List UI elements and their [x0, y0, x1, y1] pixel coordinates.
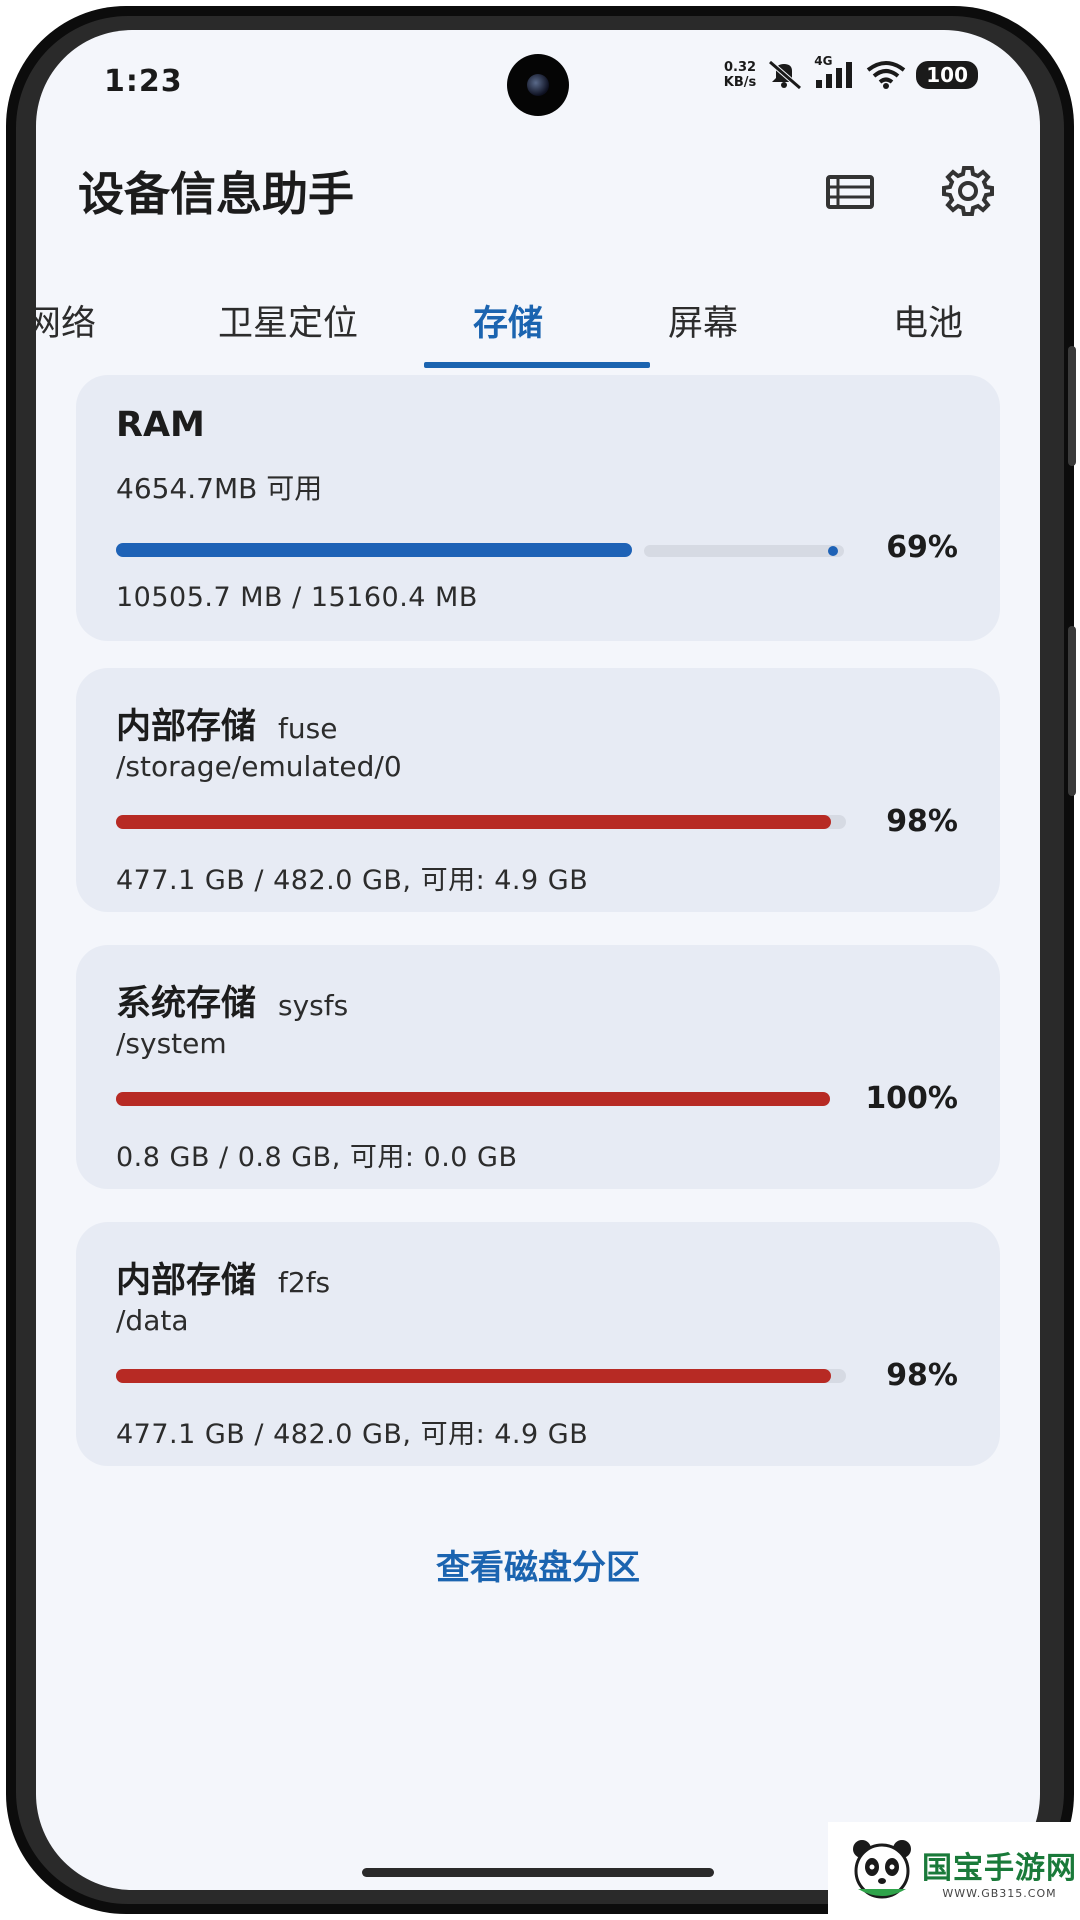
ram-available: 4654.7MB 可用 [116, 472, 323, 505]
storage-percent: 100% [865, 1081, 958, 1116]
storage-path: /system [116, 1027, 227, 1060]
storage-card: 系统存储 sysfs /system 100% 0.8 GB / 0.8 GB,… [76, 945, 1000, 1189]
network-speed-value: 0.32 [723, 60, 757, 75]
watermark-name: 国宝手游网 [922, 1850, 1077, 1886]
storage-card: 内部存储 f2fs /data 98% 477.1 GB / 482.0 GB,… [76, 1222, 1000, 1466]
ram-progress-bar [116, 543, 632, 557]
storage-usage: 477.1 GB / 482.0 GB, 可用: 4.9 GB [116, 865, 589, 896]
list-icon[interactable] [826, 174, 874, 210]
ram-progress-end-dot [828, 546, 838, 556]
ram-progress-fill [116, 543, 632, 557]
storage-title-row: 内部存储 f2fs [116, 1252, 330, 1303]
tab-screen[interactable]: 屏幕 [668, 295, 738, 346]
storage-title-row: 内部存储 fuse [116, 698, 337, 749]
storage-usage: 0.8 GB / 0.8 GB, 可用: 0.0 GB [116, 1142, 518, 1173]
storage-path: /data [116, 1304, 189, 1337]
network-speed-unit: KB/s [723, 75, 757, 90]
storage-progress-bar [116, 815, 846, 829]
status-icons: 0.32 KB/s 4G 100 [724, 54, 978, 90]
watermark: 国宝手游网 WWW.GB315.COM [828, 1822, 1080, 1920]
status-bar: 1:23 0.32 KB/s 4G 100 [36, 30, 1040, 140]
home-indicator[interactable] [362, 1868, 714, 1877]
front-camera [507, 54, 569, 116]
storage-path: /storage/emulated/0 [116, 750, 402, 783]
storage-filesystem: fuse [278, 712, 338, 745]
storage-percent: 98% [886, 1358, 958, 1393]
storage-progress-bar [116, 1092, 830, 1106]
storage-progress-fill [116, 1092, 830, 1106]
storage-progress-fill [116, 1369, 832, 1383]
app-screen: 1:23 0.32 KB/s 4G 100 设备信息助手 网络 卫星定位 存储 … [36, 30, 1040, 1890]
battery-indicator: 100 [916, 61, 978, 89]
ram-usage: 10505.7 MB / 15160.4 MB [116, 582, 478, 613]
storage-title-row: 系统存储 sysfs [116, 975, 348, 1026]
storage-progress-bar [116, 1369, 846, 1383]
volume-button [1068, 346, 1076, 466]
view-disk-partitions-link[interactable]: 查看磁盘分区 [36, 1540, 1040, 1589]
network-type: 4G [814, 54, 833, 68]
storage-progress-fill [116, 815, 832, 829]
panda-logo-icon [850, 1837, 914, 1905]
tab-battery[interactable]: 电池 [893, 295, 963, 346]
network-speed: 0.32 KB/s [724, 60, 756, 90]
ram-card: RAM 4654.7MB 可用 69% 10505.7 MB / 15160.4… [76, 375, 1000, 641]
watermark-url: WWW.GB315.COM [942, 1886, 1057, 1900]
power-button [1068, 626, 1076, 796]
watermark-text: 国宝手游网 WWW.GB315.COM [922, 1843, 1077, 1900]
storage-percent: 98% [886, 804, 958, 839]
app-title: 设备信息助手 [78, 167, 354, 221]
ram-percent: 69% [886, 530, 958, 565]
storage-card: 内部存储 fuse /storage/emulated/0 98% 477.1 … [76, 668, 1000, 912]
gear-icon[interactable] [942, 164, 994, 216]
tab-network[interactable]: 网络 [36, 295, 96, 346]
status-time: 1:23 [104, 64, 183, 99]
storage-filesystem: sysfs [278, 989, 349, 1022]
storage-title: 内部存储 [116, 1261, 257, 1301]
storage-usage: 477.1 GB / 482.0 GB, 可用: 4.9 GB [116, 1419, 589, 1450]
wifi-icon [866, 60, 906, 90]
active-tab-indicator [424, 362, 650, 368]
ram-progress-track [644, 545, 844, 557]
ram-title-row: RAM [116, 405, 205, 445]
storage-filesystem: f2fs [278, 1266, 331, 1299]
cellular-signal-icon: 4G [814, 54, 856, 90]
silent-mode-icon [766, 60, 804, 90]
storage-title: 内部存储 [116, 707, 257, 747]
tab-storage[interactable]: 存储 [473, 295, 543, 346]
ram-title: RAM [116, 405, 205, 445]
tab-gnss[interactable]: 卫星定位 [218, 295, 358, 346]
storage-title: 系统存储 [116, 984, 257, 1024]
